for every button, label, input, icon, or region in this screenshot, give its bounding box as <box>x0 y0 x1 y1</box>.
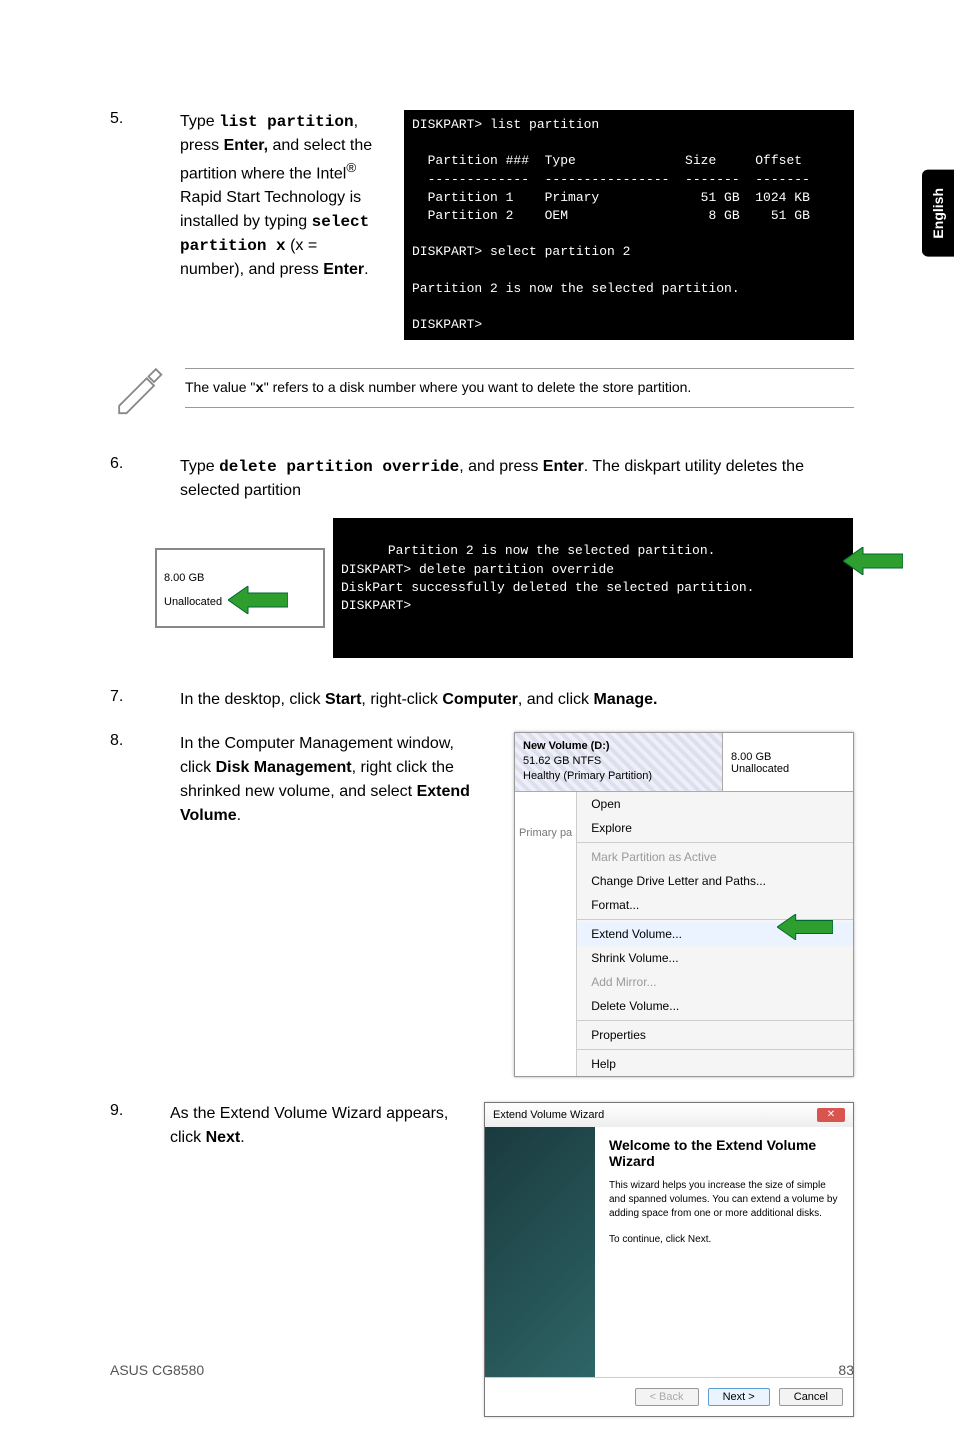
menu-explore[interactable]: Explore <box>577 816 853 840</box>
volume-status: Healthy (Primary Partition) <box>523 769 714 784</box>
t: Type <box>180 458 219 475</box>
step-6: 6. Type delete partition override, and p… <box>110 455 854 503</box>
console-output-1: DISKPART> list partition Partition ### T… <box>404 110 854 340</box>
t: Enter <box>323 261 364 278</box>
step-number: 9. <box>110 1102 150 1120</box>
t: Partition 2 is now the selected partitio… <box>341 543 754 613</box>
step-text: In the Computer Management window, click… <box>180 732 489 828</box>
t: Extend Volume... <box>591 927 682 941</box>
language-tab: English <box>922 170 954 257</box>
wizard-description: This wizard helps you increase the size … <box>609 1179 839 1221</box>
menu-properties[interactable]: Properties <box>577 1023 853 1047</box>
t: , and press <box>459 458 543 475</box>
step-6-images: 8.00 GB Unallocated Partition 2 is now t… <box>155 518 854 657</box>
step-5: 5. Type list partition, press Enter, and… <box>110 110 854 340</box>
menu-delete-volume[interactable]: Delete Volume... <box>577 994 853 1018</box>
page-number: 83 <box>838 1362 854 1378</box>
step-number: 6. <box>110 455 150 503</box>
t: Manage. <box>593 691 657 708</box>
wizard-sidebar <box>485 1127 595 1377</box>
step-number: 7. <box>110 688 150 712</box>
unallocated-panel: 8.00 GB Unallocated <box>723 733 853 791</box>
pencil-icon <box>110 360 165 415</box>
wizard-heading: Welcome to the Extend Volume Wizard <box>609 1137 839 1169</box>
menu-help[interactable]: Help <box>577 1052 853 1076</box>
wizard-titlebar: Extend Volume Wizard ✕ <box>485 1103 853 1127</box>
step-text: Type delete partition override, and pres… <box>180 455 854 503</box>
t: x <box>255 381 263 397</box>
t: , and click <box>518 691 594 708</box>
console-output-2: Partition 2 is now the selected partitio… <box>333 518 853 657</box>
volume-name: New Volume (D:) <box>523 739 714 754</box>
t: Disk Management <box>216 759 352 776</box>
step-7: 7. In the desktop, click Start, right-cl… <box>110 688 854 712</box>
primary-label: Primary pa <box>515 792 576 1076</box>
next-button[interactable]: Next > <box>708 1388 770 1406</box>
menu-mark-active: Mark Partition as Active <box>577 845 853 869</box>
menu-shrink-volume[interactable]: Shrink Volume... <box>577 946 853 970</box>
arrow-left-icon <box>777 914 833 943</box>
t: Type <box>180 113 219 130</box>
arrow-left-icon <box>228 586 288 619</box>
step-8: 8. In the Computer Management window, cl… <box>110 732 854 1077</box>
disk-unallocated-box: 8.00 GB Unallocated <box>155 548 325 629</box>
disk-size: 8.00 GB <box>164 571 316 586</box>
close-icon[interactable]: ✕ <box>817 1108 845 1122</box>
cmd: delete partition override <box>219 458 459 476</box>
t: Start <box>325 691 361 708</box>
back-button: < Back <box>635 1388 699 1406</box>
t: Enter <box>543 458 584 475</box>
volume-panel: New Volume (D:) 51.62 GB NTFS Healthy (P… <box>515 733 723 791</box>
footer-product: ASUS CG8580 <box>110 1362 204 1378</box>
cancel-button[interactable]: Cancel <box>779 1388 843 1406</box>
note-block: The value "x" refers to a disk number wh… <box>110 360 854 415</box>
arrow-left-icon <box>781 529 903 600</box>
t: . <box>240 1129 244 1146</box>
volume-size: 51.62 GB NTFS <box>523 754 714 769</box>
t: In the desktop, click <box>180 691 325 708</box>
t: . <box>364 261 368 278</box>
t: " refers to a disk number where you want… <box>264 379 692 395</box>
menu-extend-volume[interactable]: Extend Volume... <box>577 922 853 946</box>
step-number: 8. <box>110 732 150 1077</box>
context-menu-screenshot: New Volume (D:) 51.62 GB NTFS Healthy (P… <box>514 732 854 1077</box>
disk-state: Unallocated <box>164 595 222 610</box>
t: The value " <box>185 379 255 395</box>
t: . <box>237 807 241 824</box>
wizard-continue: To continue, click Next. <box>609 1233 839 1247</box>
cmd: list partition <box>219 113 353 131</box>
t: ® <box>346 160 356 175</box>
step-number: 5. <box>110 110 150 340</box>
wizard-title: Extend Volume Wizard <box>493 1109 817 1121</box>
t: , right-click <box>361 691 442 708</box>
t: Computer <box>442 691 518 708</box>
t: Next <box>206 1129 241 1146</box>
context-menu: Open Explore Mark Partition as Active Ch… <box>576 792 853 1076</box>
menu-add-mirror: Add Mirror... <box>577 970 853 994</box>
t: Enter, <box>224 137 268 154</box>
menu-open[interactable]: Open <box>577 792 853 816</box>
unalloc-size: 8.00 GB <box>731 751 845 763</box>
page-footer: ASUS CG8580 83 <box>110 1362 854 1378</box>
step-text: Type list partition, press Enter, and se… <box>180 110 374 340</box>
step-text: As the Extend Volume Wizard appears, cli… <box>170 1102 464 1150</box>
step-text: In the desktop, click Start, right-click… <box>180 688 854 712</box>
note-text: The value "x" refers to a disk number wh… <box>185 368 854 408</box>
unalloc-label: Unallocated <box>731 763 845 775</box>
menu-change-letter[interactable]: Change Drive Letter and Paths... <box>577 869 853 893</box>
